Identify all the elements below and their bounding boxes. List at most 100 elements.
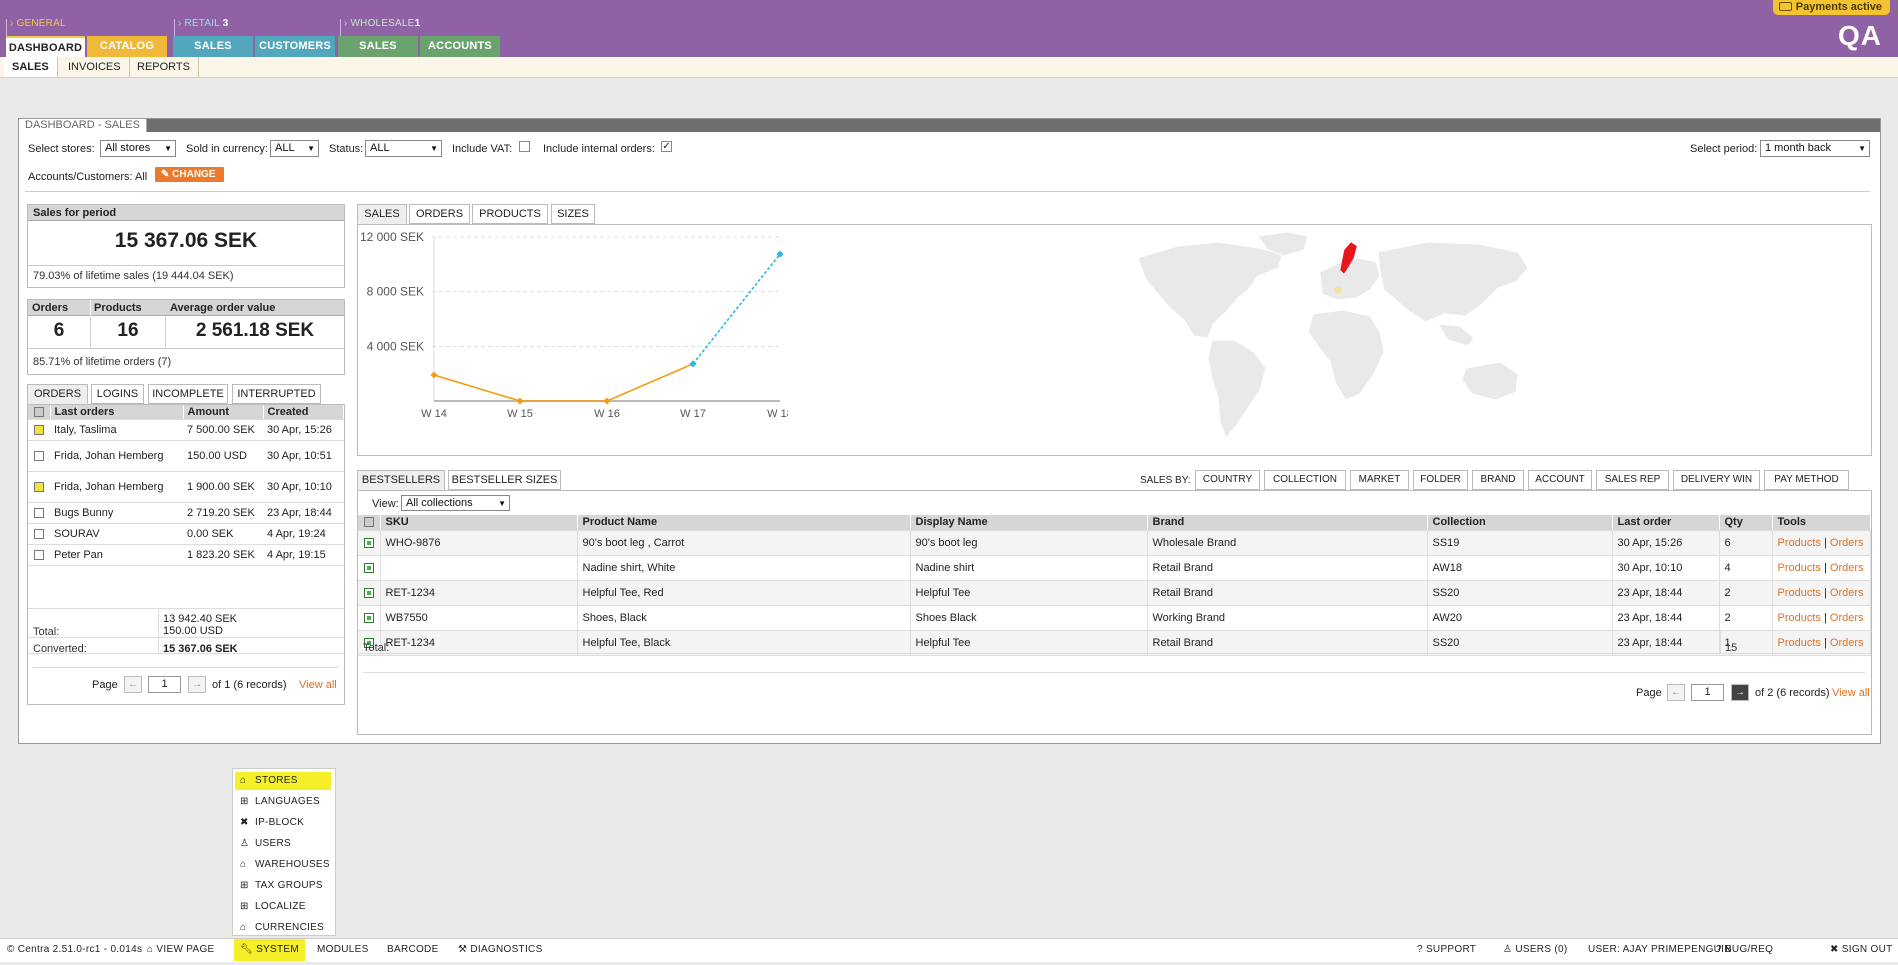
tab-logins[interactable]: LOGINS: [91, 384, 144, 404]
sales-by-pay-method[interactable]: PAY METHOD: [1764, 470, 1849, 490]
row-checkbox[interactable]: [34, 450, 44, 461]
products-link[interactable]: Products: [1778, 562, 1821, 574]
menu-item-localize[interactable]: ⊞ LOCALIZE: [235, 898, 333, 916]
order-row[interactable]: Frida, Johan Hemberg 150.00 USD 30 Apr, 10…: [28, 440, 344, 472]
tab-retail-sales[interactable]: SALES: [173, 36, 253, 57]
tab-chart-orders[interactable]: ORDERS: [409, 204, 470, 224]
payments-active-badge[interactable]: Payments active: [1772, 0, 1890, 15]
change-button[interactable]: ✎ CHANGE: [155, 167, 224, 182]
current-user-link[interactable]: USER: AJAY PRIMEPENGUIN: [1588, 939, 1732, 961]
tab-bestseller-sizes[interactable]: BESTSELLER SIZES: [448, 470, 561, 490]
tab-dashboard[interactable]: DASHBOARD: [6, 36, 85, 57]
stores-select[interactable]: All stores: [100, 140, 176, 157]
internal-orders-checkbox[interactable]: ✓: [661, 141, 672, 152]
select-all-checkbox[interactable]: [33, 406, 44, 417]
vat-checkbox[interactable]: [519, 141, 530, 152]
sales-by-brand[interactable]: BRAND: [1472, 470, 1524, 490]
row-checkbox[interactable]: [34, 507, 44, 518]
tab-accounts[interactable]: ACCOUNTS: [420, 36, 500, 57]
row-checkbox[interactable]: [34, 528, 44, 539]
row-checkbox[interactable]: [34, 481, 44, 492]
order-row[interactable]: Bugs Bunny 2 719.20 SEK 23 Apr, 18:44: [28, 502, 344, 524]
sign-out-link[interactable]: ✖ SIGN OUT: [1830, 939, 1893, 961]
row-checkbox[interactable]: [34, 424, 44, 435]
support-link[interactable]: ? SUPPORT: [1417, 939, 1476, 961]
menu-item-users[interactable]: ♙ USERS: [235, 835, 333, 853]
prev-page-button[interactable]: ←: [1667, 684, 1685, 701]
order-customer[interactable]: Italy, Taslima: [50, 419, 183, 441]
page-input[interactable]: 1: [1691, 684, 1724, 701]
tab-catalog[interactable]: CATALOG: [87, 36, 167, 57]
order-row[interactable]: SOURAV 0.00 SEK 4 Apr, 19:24: [28, 523, 344, 545]
order-customer[interactable]: Frida, Johan Hemberg: [50, 440, 183, 472]
tab-bestsellers[interactable]: BESTSELLERS: [357, 470, 445, 490]
orders-link[interactable]: Orders: [1830, 612, 1864, 624]
menu-item-ip-block[interactable]: ✖ IP-BLOCK: [235, 814, 333, 832]
tab-incomplete[interactable]: INCOMPLETE: [148, 384, 228, 404]
row-checkbox[interactable]: [363, 562, 374, 573]
menu-item-stores[interactable]: ⌂ STORES: [235, 772, 331, 790]
products-link[interactable]: Products: [1778, 612, 1821, 624]
subtab-invoices[interactable]: INVOICES: [60, 57, 130, 77]
diagnostics-link[interactable]: ⚒ DIAGNOSTICS: [458, 939, 543, 961]
tab-customers[interactable]: CUSTOMERS: [255, 36, 335, 57]
sales-by-folder[interactable]: FOLDER: [1413, 470, 1468, 490]
menu-item-warehouses[interactable]: ⌂ WAREHOUSES: [235, 856, 333, 874]
collection-select[interactable]: All collections: [401, 495, 510, 511]
page-input[interactable]: 1: [148, 676, 181, 693]
tab-sizes[interactable]: SIZES: [551, 204, 595, 224]
period-select[interactable]: 1 month back: [1760, 140, 1870, 157]
view-page-link[interactable]: ⌂ VIEW PAGE: [147, 939, 215, 961]
bestseller-row[interactable]: RET-1234 Helpful Tee, Red Helpful Tee Retai…: [358, 580, 1871, 606]
sales-by-market[interactable]: MARKET: [1350, 470, 1409, 490]
view-all-link[interactable]: View all: [299, 679, 337, 691]
bestseller-row[interactable]: WHO-9876 90's boot leg , Carrot 90's boot …: [358, 530, 1871, 556]
tab-sales[interactable]: SALES: [357, 204, 407, 224]
prev-page-button[interactable]: ←: [124, 676, 142, 693]
tab-products[interactable]: PRODUCTS: [472, 204, 548, 224]
orders-link[interactable]: Orders: [1830, 587, 1864, 599]
orders-link[interactable]: Orders: [1830, 562, 1864, 574]
modules-link[interactable]: MODULES: [317, 939, 369, 961]
menu-item-currencies[interactable]: ⌂ CURRENCIES: [235, 919, 333, 937]
products-link[interactable]: Products: [1778, 637, 1821, 649]
row-checkbox[interactable]: [34, 549, 44, 560]
bestseller-row[interactable]: Nadine shirt, White Nadine shirt Retail Br…: [358, 555, 1871, 581]
order-customer[interactable]: Frida, Johan Hemberg: [50, 471, 183, 503]
order-customer[interactable]: SOURAV: [50, 523, 183, 545]
next-page-button[interactable]: →: [1731, 684, 1749, 701]
tab-orders[interactable]: ORDERS: [27, 384, 88, 404]
subtab-sales[interactable]: SALES: [4, 57, 58, 77]
order-customer[interactable]: Peter Pan: [50, 544, 183, 566]
order-row[interactable]: Italy, Taslima 7 500.00 SEK 30 Apr, 15:26: [28, 419, 344, 441]
row-checkbox[interactable]: [363, 587, 374, 598]
view-all-link[interactable]: View all: [1832, 687, 1870, 699]
sales-by-account[interactable]: ACCOUNT: [1528, 470, 1592, 490]
row-checkbox[interactable]: [363, 537, 374, 548]
orders-link[interactable]: Orders: [1830, 537, 1864, 549]
subtab-reports[interactable]: REPORTS: [129, 57, 199, 77]
orders-link[interactable]: Orders: [1830, 637, 1864, 649]
menu-item-tax-groups[interactable]: ⊞ TAX GROUPS: [235, 877, 333, 895]
order-row[interactable]: Frida, Johan Hemberg 1 900.00 SEK 30 Apr, …: [28, 471, 344, 503]
order-row[interactable]: Peter Pan 1 823.20 SEK 4 Apr, 19:15: [28, 544, 344, 566]
barcode-link[interactable]: BARCODE: [387, 939, 439, 961]
tab-interrupted[interactable]: INTERRUPTED: [232, 384, 321, 404]
menu-item-languages[interactable]: ⊞ LANGUAGES: [235, 793, 333, 811]
system-menu-button[interactable]: 🔧︎ SYSTEM: [234, 939, 305, 961]
next-page-button[interactable]: →: [188, 676, 206, 693]
tab-wholesale-sales[interactable]: SALES: [338, 36, 418, 57]
bestseller-row[interactable]: WB7550 Shoes, Black Shoes Black Working Bra…: [358, 605, 1871, 631]
currency-select[interactable]: ALL: [270, 140, 319, 157]
sales-by-delivery-win[interactable]: DELIVERY WIN: [1673, 470, 1760, 490]
bestseller-row[interactable]: RET-1234 Helpful Tee, Black Helpful Tee Ret…: [358, 630, 1871, 656]
sales-by-collection[interactable]: COLLECTION: [1264, 470, 1346, 490]
sales-by-country[interactable]: COUNTRY: [1195, 470, 1260, 490]
row-checkbox[interactable]: [363, 612, 374, 623]
order-customer[interactable]: Bugs Bunny: [50, 502, 183, 524]
sales-by-sales-rep[interactable]: SALES REP: [1596, 470, 1669, 490]
bug-request-link[interactable]: ? BUG/REQ: [1716, 939, 1773, 961]
products-link[interactable]: Products: [1778, 587, 1821, 599]
status-select[interactable]: ALL: [365, 140, 442, 157]
products-link[interactable]: Products: [1778, 537, 1821, 549]
